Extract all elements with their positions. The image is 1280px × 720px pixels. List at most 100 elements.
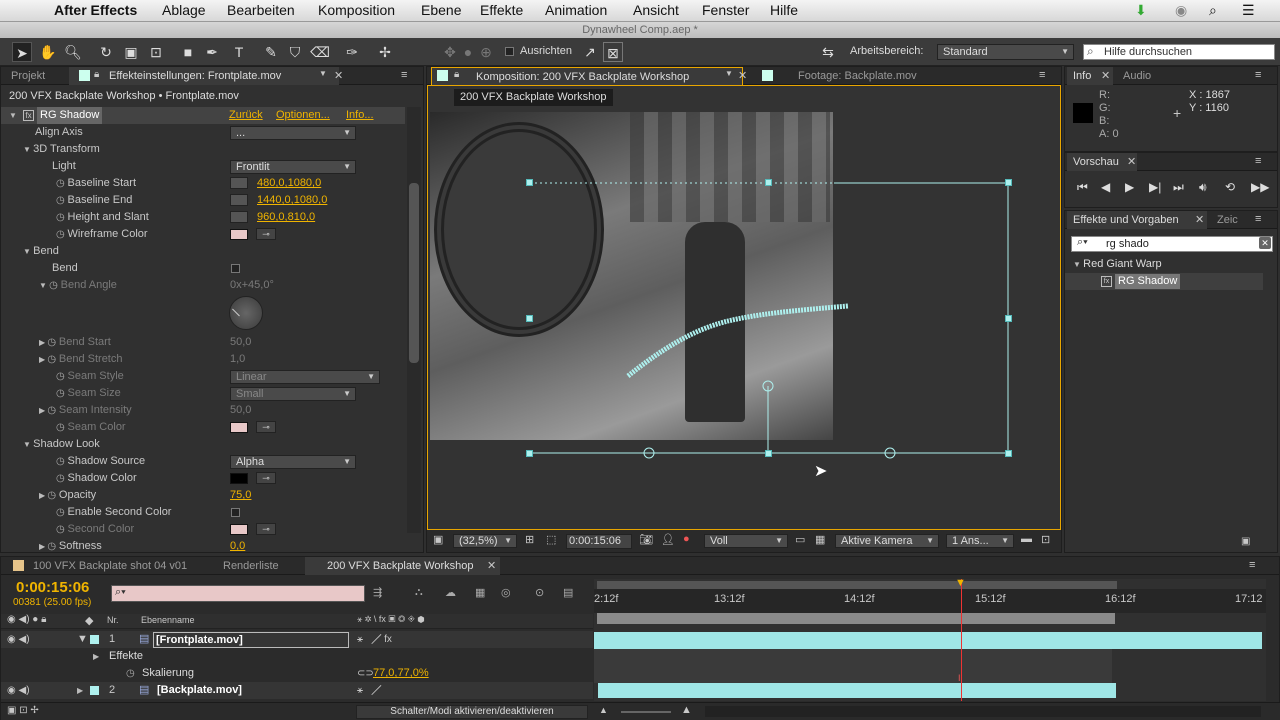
crosshair-icon[interactable]: [230, 211, 248, 223]
tab-projekt[interactable]: Projekt: [5, 67, 51, 85]
reset-link[interactable]: Zurück: [229, 107, 263, 124]
panel-menu-icon[interactable]: ≡: [1255, 155, 1261, 167]
transform-handle[interactable]: [1005, 450, 1012, 457]
comp-mini-flow-icon[interactable]: ⇶: [373, 586, 382, 599]
visibility-icon[interactable]: ◉ ◀): [7, 682, 30, 699]
bend-stretch-row[interactable]: ▶ ◷ Bend Stretch: [39, 351, 122, 368]
effects-item-row[interactable]: fx RG Shadow: [1065, 273, 1263, 290]
workspace-dropdown[interactable]: Standard: [937, 44, 1074, 60]
pen-tool-icon[interactable]: ✒: [202, 42, 222, 62]
crosshair-icon[interactable]: [230, 177, 248, 189]
seam-intensity-row[interactable]: ▶ ◷ Seam Intensity: [39, 402, 132, 419]
menu-ablage[interactable]: Ablage: [162, 2, 206, 18]
tab-dropdown-icon[interactable]: ▼: [725, 69, 733, 78]
scale-row[interactable]: ◷ Skalierung ⊂⊃ 77,0,77,0%: [1, 665, 593, 682]
seam-style-dropdown[interactable]: Linear: [230, 370, 380, 384]
last-frame-icon[interactable]: ⏭: [1173, 180, 1184, 195]
wireframe-color-swatch[interactable]: [230, 229, 248, 240]
stopwatch-icon[interactable]: ◷: [56, 178, 68, 189]
menu-effekte[interactable]: Effekte: [480, 2, 523, 18]
softness-row[interactable]: ▶ ◷ Softness: [39, 538, 102, 553]
play-icon[interactable]: ▶: [1125, 180, 1134, 194]
audio-icon[interactable]: 🔊︎: [1199, 180, 1207, 195]
effects-group-row[interactable]: ▼ Red Giant Warp: [1073, 256, 1162, 273]
footer-icons[interactable]: ▣ ⊡ ✢: [7, 705, 39, 716]
stopwatch-icon[interactable]: ◷: [56, 507, 68, 518]
stopwatch-icon[interactable]: ◷: [56, 422, 68, 433]
menu-animation[interactable]: Animation: [545, 2, 607, 18]
timeline-graph-area[interactable]: 2:12f 13:12f 14:12f 15:12f 16:12f 17:12 …: [594, 577, 1266, 701]
eyedropper-icon[interactable]: ⊸: [256, 421, 276, 433]
panel-menu-icon[interactable]: ≡: [1255, 213, 1261, 225]
new-folder-icon[interactable]: ▣: [1241, 536, 1250, 547]
menu-hilfe[interactable]: Hilfe: [770, 2, 798, 18]
transform-handle[interactable]: [526, 315, 533, 322]
bend-start-row[interactable]: ▶ ◷ Bend Start: [39, 334, 111, 351]
text-tool-icon[interactable]: T: [229, 42, 249, 62]
stopwatch-icon[interactable]: ◷: [49, 280, 61, 291]
comp-timecode[interactable]: 0:00:15:06: [566, 534, 632, 549]
scrollbar-thumb[interactable]: [409, 183, 419, 363]
eraser-tool-icon[interactable]: ⌫: [310, 42, 330, 62]
eyedropper-icon[interactable]: ⊸: [256, 523, 276, 535]
enable-second-checkbox[interactable]: [231, 508, 240, 517]
menu-ansicht[interactable]: Ansicht: [633, 2, 679, 18]
stopwatch-icon[interactable]: ◷: [47, 337, 59, 348]
layer-1-name[interactable]: [Frontplate.mov]: [153, 632, 349, 648]
rectangle-tool-icon[interactable]: ■: [178, 42, 198, 62]
info-link[interactable]: Info...: [346, 107, 374, 124]
label-swatch[interactable]: [90, 686, 99, 695]
shadow-color-swatch[interactable]: [230, 473, 248, 484]
tab-audio[interactable]: Audio: [1117, 67, 1157, 85]
fast-previews-icon[interactable]: ⊡: [1041, 533, 1050, 546]
stopwatch-icon[interactable]: ◷: [56, 229, 68, 240]
crosshair-icon[interactable]: [230, 194, 248, 206]
transform-handle[interactable]: [1005, 315, 1012, 322]
height-slant-value[interactable]: 960,0,810,0: [257, 209, 315, 226]
puppet-tool-icon[interactable]: ✢: [375, 42, 395, 62]
brainstorm-icon[interactable]: ▤: [563, 586, 573, 599]
opacity-row[interactable]: ▶ ◷ Opacity: [39, 487, 96, 504]
always-preview-icon[interactable]: ▣: [433, 533, 443, 546]
time-ruler[interactable]: 2:12f 13:12f 14:12f 15:12f 16:12f 17:12: [594, 589, 1266, 613]
layer-2-switches[interactable]: ⚹ ╱: [357, 682, 381, 699]
transform-handle[interactable]: [1005, 179, 1012, 186]
zoom-tool-icon[interactable]: 🔍︎: [63, 42, 83, 62]
stopwatch-icon[interactable]: ◷: [56, 212, 68, 223]
timeline-timecode[interactable]: 0:00:15:06: [16, 579, 89, 596]
playhead-icon[interactable]: ▼: [955, 577, 966, 589]
bend-checkbox[interactable]: [231, 264, 240, 273]
panel-menu-icon[interactable]: ≡: [1255, 69, 1261, 81]
zoom-out-icon[interactable]: ▲: [599, 705, 608, 715]
menu-komposition[interactable]: Komposition: [318, 2, 395, 18]
softness-value[interactable]: 0,0: [230, 538, 245, 553]
shadow-source-dropdown[interactable]: Alpha: [230, 455, 356, 469]
panel-menu-icon[interactable]: ≡: [1039, 69, 1045, 81]
close-tab-icon[interactable]: ✕: [334, 69, 343, 82]
toggle-switches-modes-button[interactable]: Schalter/Modi aktivieren/deaktivieren: [356, 705, 588, 719]
constrain-proportions-icon[interactable]: ⊂⊃: [357, 665, 374, 682]
work-area-bar[interactable]: [597, 581, 1117, 589]
transform-handle[interactable]: [526, 450, 533, 457]
workspace-icon[interactable]: ⇆: [818, 42, 838, 62]
menu-bearbeiten[interactable]: Bearbeiten: [227, 2, 295, 18]
stopwatch-icon[interactable]: ◷: [56, 456, 68, 467]
ram-preview-icon[interactable]: ▶▶: [1251, 180, 1269, 194]
effects-search-input[interactable]: rg shado: [1071, 236, 1273, 252]
channels-icon[interactable]: ●: [683, 533, 690, 545]
comp-viewer[interactable]: 200 VFX Backplate Workshop ➤: [427, 85, 1061, 530]
selection-tool-icon[interactable]: ➤: [12, 42, 32, 62]
resolution-dropdown[interactable]: Voll: [704, 534, 788, 548]
rotate-tool-icon[interactable]: ↻: [96, 42, 116, 62]
baseline-start-value[interactable]: 480,0,1080,0: [257, 175, 321, 192]
transparency-grid-icon[interactable]: ▦: [815, 533, 825, 546]
horizontal-scrollbar[interactable]: [705, 706, 1261, 717]
next-frame-icon[interactable]: ▶|: [1149, 180, 1161, 194]
frame-blending-icon[interactable]: ▦: [475, 586, 485, 599]
stopwatch-icon[interactable]: ◷: [56, 371, 68, 382]
light-dropdown[interactable]: Frontlit: [230, 160, 356, 174]
tab-shot04[interactable]: 100 VFX Backplate shot 04 v01: [27, 557, 193, 575]
bend-group[interactable]: ▼ Bend: [23, 243, 59, 260]
region-icon[interactable]: ▭: [795, 533, 805, 546]
bend-angle-dial[interactable]: [229, 296, 263, 330]
